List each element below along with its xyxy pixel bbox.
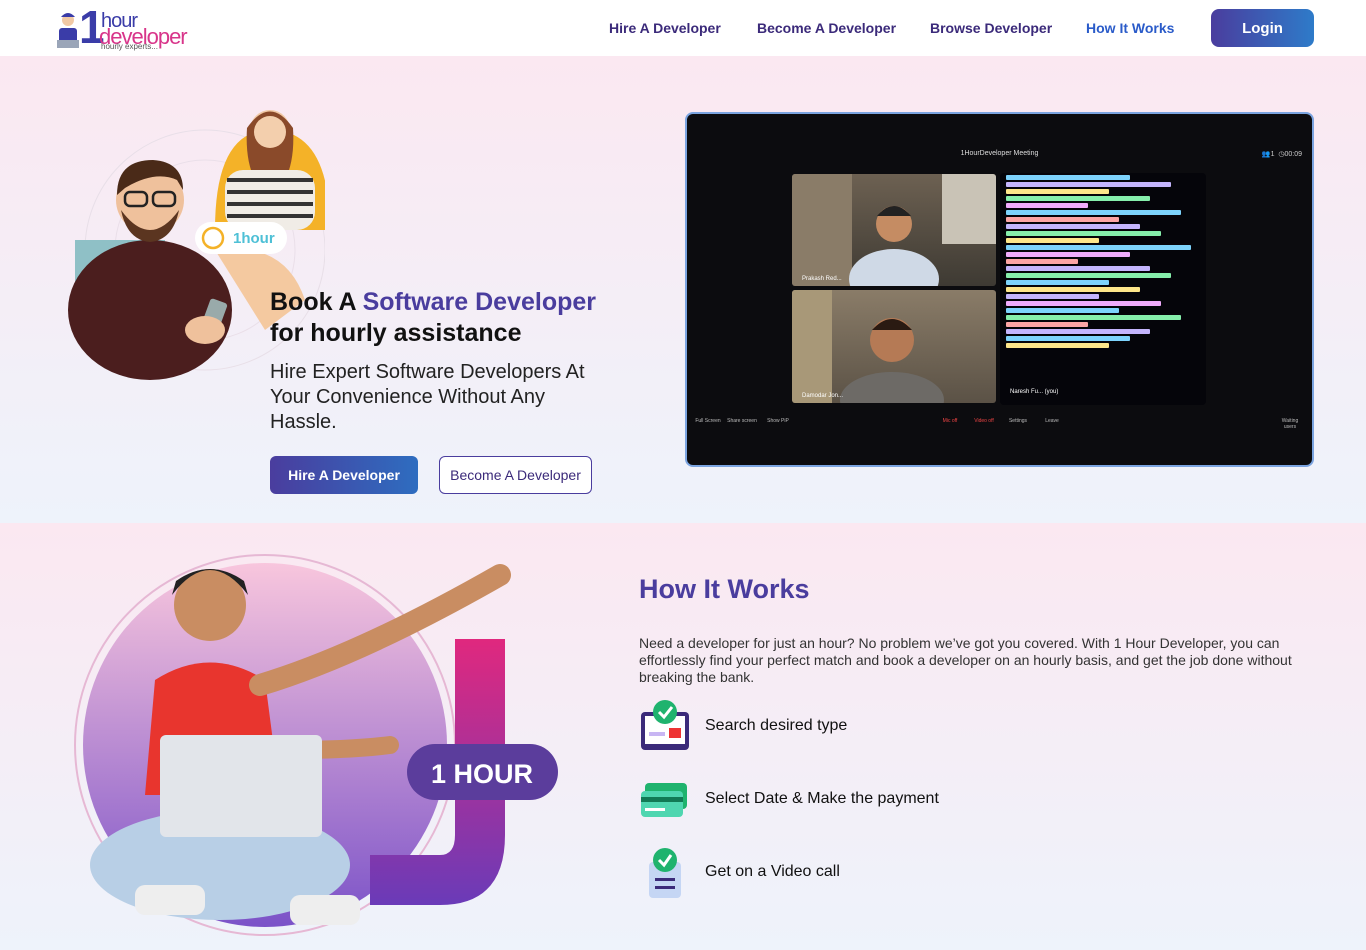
participants-icon: 👥: [1261, 151, 1271, 158]
meeting-stats: 👥1 ◷00:09: [1262, 150, 1302, 158]
brand-logo[interactable]: 1 hour developer hourly experts...: [55, 4, 195, 52]
search-type-icon: [641, 700, 689, 750]
tool-mic-off[interactable]: Mic off: [935, 418, 965, 424]
hero-title: Book A Software Developer for hourly ass…: [270, 287, 596, 349]
code-share-tile: Naresh Fu... (you): [1000, 173, 1206, 405]
top-navbar: 1 hour developer hourly experts... Hire …: [0, 0, 1366, 56]
participant-2-avatar: [792, 290, 944, 403]
payment-cards-icon: [641, 783, 687, 817]
hero-subtitle: Hire Expert Software Developers At Your …: [270, 361, 585, 433]
developer-mascot-icon: [57, 13, 79, 48]
tool-pip[interactable]: Show PiP: [763, 418, 793, 424]
hero-1hour-badge: 1hour: [233, 230, 275, 247]
meeting-timer: 00:09: [1284, 151, 1302, 158]
nav-become-developer[interactable]: Become A Developer: [757, 20, 896, 36]
tool-leave[interactable]: Leave: [1037, 418, 1067, 424]
step-search: Search desired type: [639, 700, 1139, 754]
step-search-label: Search desired type: [705, 717, 848, 734]
video-call-badge-icon: [649, 848, 681, 898]
step-payment-label: Select Date & Make the payment: [705, 790, 939, 807]
meeting-toolbar: Full Screen Share screen Show PiP Mic of…: [687, 410, 1312, 432]
step-video-call: Get on a Video call: [639, 846, 1139, 900]
tool-fullscreen[interactable]: Full Screen: [693, 418, 723, 424]
step-video-call-label: Get on a Video call: [705, 863, 840, 880]
logo-tagline: hourly experts...: [101, 42, 158, 51]
participant-1-name: Prakash Red...: [802, 276, 842, 282]
hire-developer-button[interactable]: Hire A Developer: [270, 456, 418, 494]
tool-share-screen[interactable]: Share screen: [727, 418, 757, 424]
participant-2-name: Damodar Jon...: [802, 393, 844, 399]
participant-3-name: Naresh Fu... (you): [1010, 389, 1059, 395]
hero-title-line2: for hourly assistance: [270, 319, 522, 347]
nav-browse-developer[interactable]: Browse Developer: [930, 20, 1052, 36]
video-tile-1: Prakash Red...: [792, 174, 996, 286]
meeting-title: 1HourDeveloper Meeting: [960, 150, 1039, 157]
tool-video-off[interactable]: Video off: [969, 418, 999, 424]
participant-1-avatar: [792, 174, 996, 286]
how-it-works-title: How It Works: [639, 574, 810, 604]
how-it-works-description: Need a developer for just an hour? No pr…: [639, 635, 1292, 685]
nav-hire-developer[interactable]: Hire A Developer: [609, 20, 721, 36]
how-it-works-illustration: 1 HOUR: [74, 554, 558, 936]
login-button[interactable]: Login: [1211, 9, 1314, 47]
participants-count: 1: [1270, 151, 1275, 158]
one-hour-badge: 1 HOUR: [431, 759, 533, 789]
hero-title-prefix: Book A: [270, 288, 363, 316]
become-developer-button[interactable]: Become A Developer: [439, 456, 592, 494]
nav-how-it-works[interactable]: How It Works: [1086, 20, 1174, 36]
video-tile-2: Damodar Jon...: [792, 290, 996, 403]
step-payment: Select Date & Make the payment: [639, 773, 1139, 827]
tool-settings[interactable]: Settings: [1003, 418, 1033, 424]
tool-waiting-users[interactable]: Waiting users: [1275, 418, 1305, 430]
hero-title-accent: Software Developer: [362, 288, 597, 316]
